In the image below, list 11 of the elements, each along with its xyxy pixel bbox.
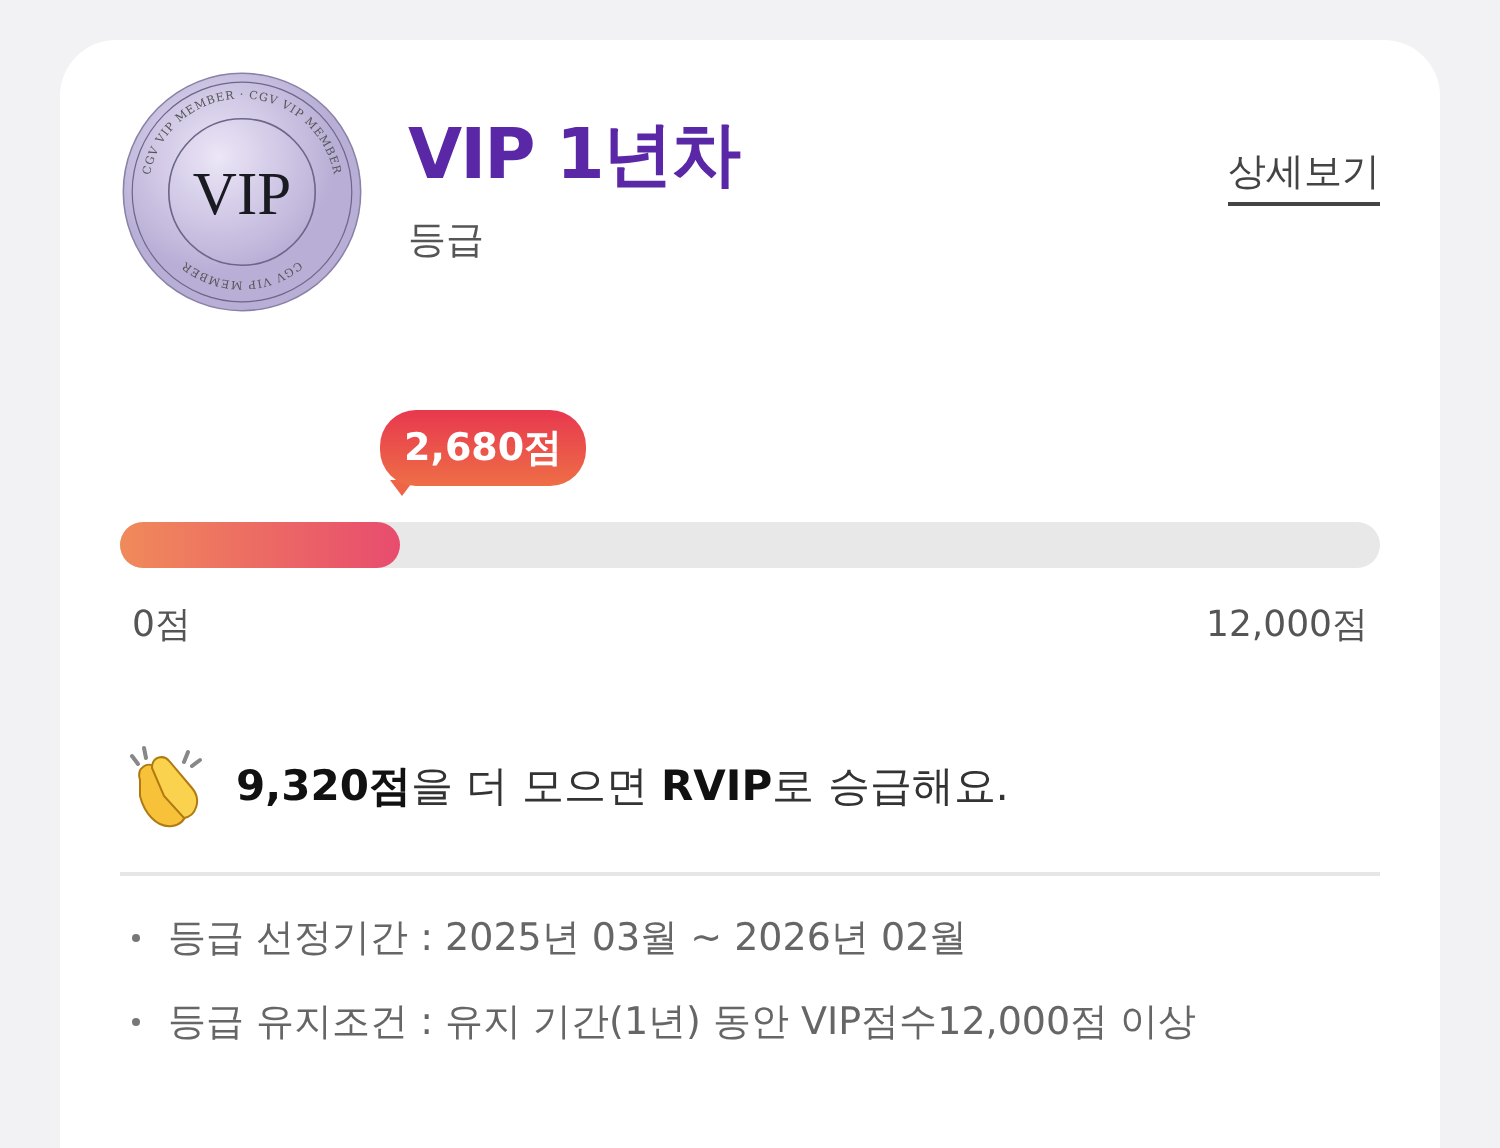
max-score-label: 12,000점 <box>1206 602 1368 648</box>
grade-label: 등급 <box>408 215 486 265</box>
min-score-label: 0점 <box>132 602 191 648</box>
bullet-dot <box>132 934 140 942</box>
bullet-dot <box>132 1018 140 1026</box>
promotion-message: 9,320점을 더 모으면 RVIP로 승급해요. <box>236 760 1009 814</box>
grade-title: VIP 1년차 <box>408 113 742 199</box>
detail-link[interactable]: 상세보기 <box>1228 146 1380 206</box>
score-bubble: 2,680점 <box>380 410 587 486</box>
note-text: 등급 선정기간 : 2025년 03월 ~ 2026년 02월 <box>168 914 968 964</box>
note-text: 등급 유지조건 : 유지 기간(1년) 동안 VIP점수12,000점 이상 <box>168 998 1197 1048</box>
